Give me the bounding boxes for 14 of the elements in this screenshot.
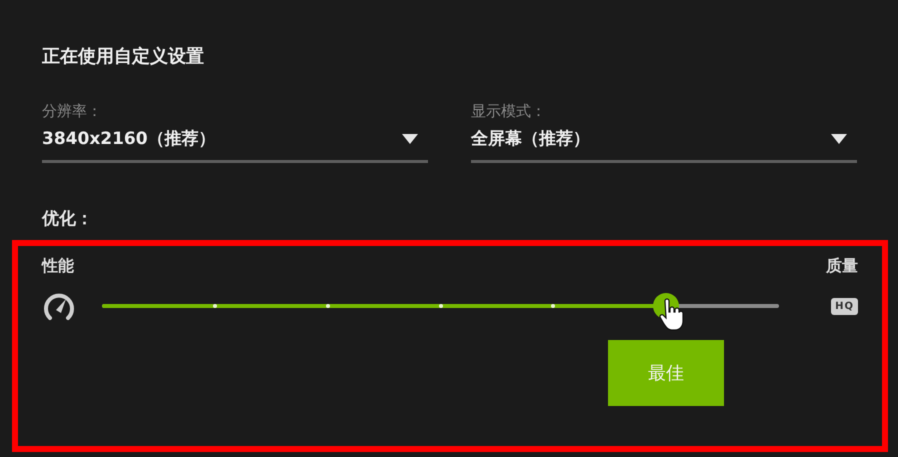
hand-cursor-icon	[658, 298, 684, 332]
section-title: 正在使用自定义设置	[42, 45, 205, 68]
section-label: 优化：	[42, 208, 94, 230]
hq-badge: HQ	[831, 298, 858, 314]
slider-tooltip: 最佳	[608, 340, 724, 406]
field-label: 分辨率：	[42, 102, 103, 121]
slider-max-label: 质量	[826, 256, 858, 277]
dropdown[interactable]: 3840x2160（推荐）	[42, 121, 428, 163]
slider-min-label: 性能	[42, 256, 74, 277]
dropdown[interactable]: 全屏幕（推荐）	[471, 121, 857, 163]
speedometer-icon	[42, 291, 76, 321]
caret-icon	[402, 134, 418, 144]
field-label: 显示模式：	[471, 102, 547, 121]
caret-icon	[831, 134, 847, 144]
